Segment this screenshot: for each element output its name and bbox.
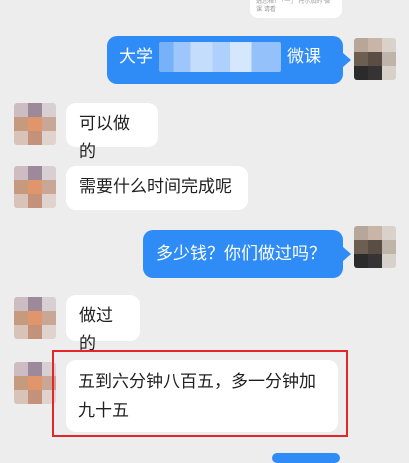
avatar-contact[interactable] [14,166,56,208]
message-text: 需要什么时间完成呢 [79,177,232,197]
avatar-self[interactable] [354,38,396,80]
bubble-tail [343,53,351,67]
bubble-tail [343,247,351,261]
message-text: 做过的 [79,306,113,354]
chat-conversation: 选您格! 「一」 托尔加的 微课 请看 大学 微课 可以做的 需要什么时间完成呢 … [0,0,409,463]
annotation-highlight-box [52,350,348,437]
avatar-self[interactable] [354,226,396,268]
message-text: 多少钱？你们做过吗？ [156,244,326,264]
message-bubble-incoming[interactable]: 可以做的 [66,103,158,162]
avatar-contact[interactable] [14,103,56,145]
message-bubble-outgoing[interactable]: 多少钱？你们做过吗？ [143,230,343,278]
message-text-start: 大学 [119,47,153,67]
message-bubble-incoming[interactable]: 做过的 [66,295,140,354]
message-bubble-incoming[interactable]: 需要什么时间完成呢 [66,166,248,210]
avatar-contact[interactable] [14,297,56,339]
shared-card-preview[interactable]: 选您格! 「一」 托尔加的 微课 请看 [250,0,342,18]
redacted-text [159,42,281,72]
message-text: 可以做的 [79,114,130,162]
message-text-end: 微课 [287,47,321,67]
avatar-contact[interactable] [14,362,56,404]
message-bubble-outgoing[interactable]: 大学 微课 [107,36,343,84]
shared-card-text: 选您格! 「一」 托尔加的 微课 请看 [256,0,331,13]
message-bubble-outgoing-partial[interactable] [272,453,340,463]
